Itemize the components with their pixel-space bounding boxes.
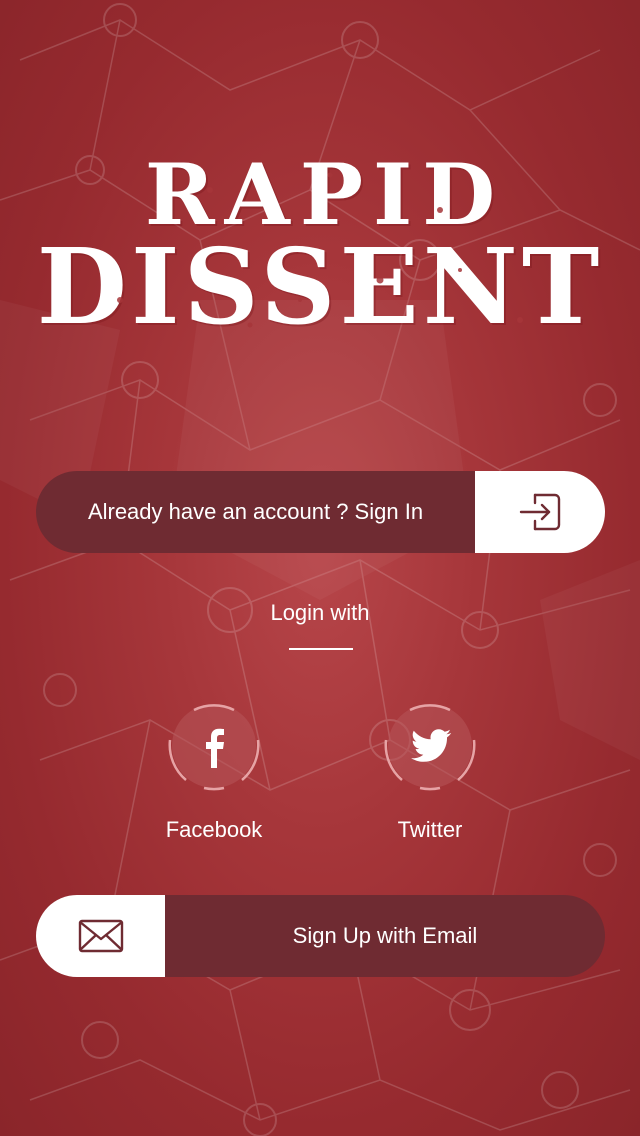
logo-grunge-texture: [117, 172, 523, 328]
twitter-ring: [384, 704, 476, 791]
sign-up-email-button[interactable]: Sign Up with Email: [36, 895, 605, 977]
sign-up-email-label: Sign Up with Email: [165, 895, 605, 977]
login-screen: RAPID DISSENT Already have an account ? …: [0, 0, 640, 1136]
envelope-icon-area: [36, 895, 165, 977]
login-with-underline: [289, 648, 353, 650]
sign-in-icon-area: [475, 471, 605, 553]
login-with-label: Login with: [270, 600, 370, 625]
app-logo: RAPID DISSENT: [0, 150, 640, 350]
sign-in-label: Already have an account ? Sign In: [36, 471, 475, 553]
facebook-label: Facebook: [165, 817, 263, 842]
facebook-ring: [168, 704, 260, 791]
twitter-login-button[interactable]: Twitter: [380, 700, 480, 850]
envelope-icon: [78, 919, 123, 953]
facebook-login-button[interactable]: Facebook: [164, 700, 264, 850]
sign-in-icon: [519, 493, 561, 531]
twitter-label: Twitter: [397, 817, 463, 842]
sign-in-button[interactable]: Already have an account ? Sign In: [36, 471, 605, 553]
